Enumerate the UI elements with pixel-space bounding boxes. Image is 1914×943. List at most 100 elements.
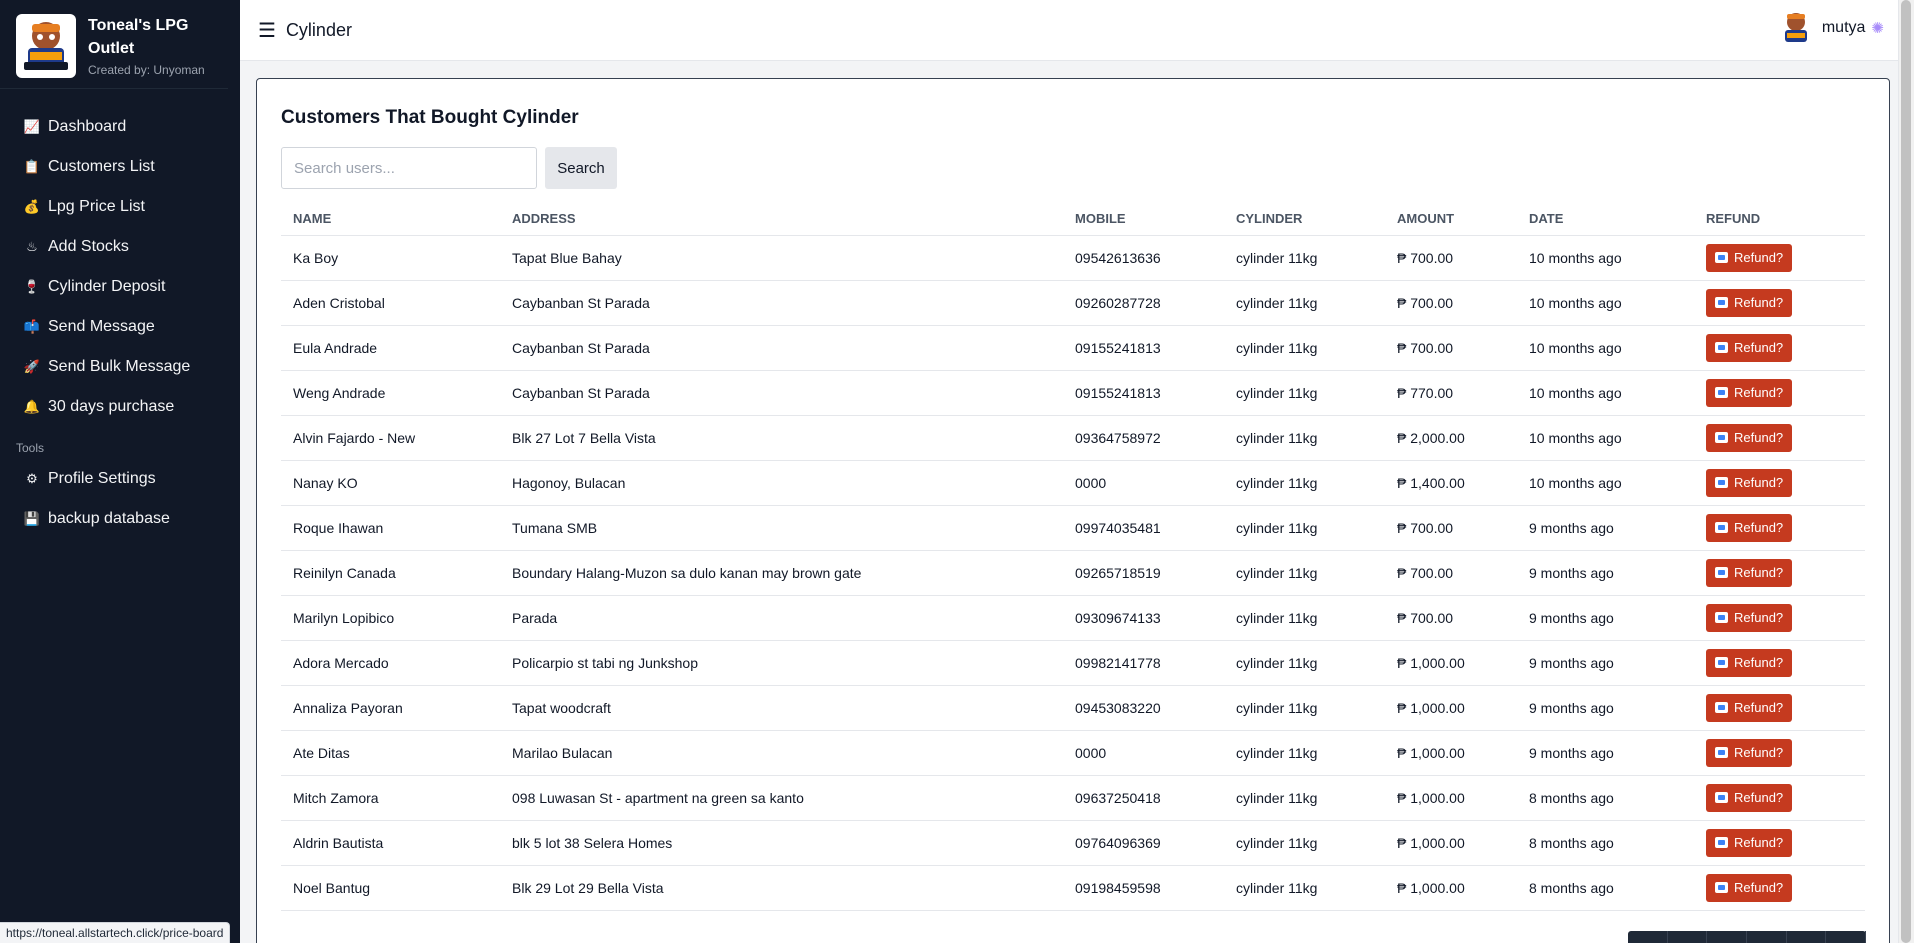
cell-date: 10 months ago (1517, 415, 1694, 461)
pagination-button[interactable] (1668, 931, 1708, 943)
pagination-button[interactable] (1787, 931, 1827, 943)
table-row: Aldrin Bautista blk 5 lot 38 Selera Homes… (281, 820, 1865, 866)
refund-button[interactable]: Refund? (1706, 333, 1793, 362)
column-header-date: DATE (1517, 197, 1694, 236)
refund-button[interactable]: Refund? (1706, 693, 1793, 722)
cell-address: blk 5 lot 38 Selera Homes (500, 820, 1063, 866)
cell-mobile: 09974035481 (1063, 505, 1224, 551)
pagination-button[interactable] (1707, 931, 1748, 943)
cell-mobile: 09155241813 (1063, 370, 1224, 416)
pagination-button[interactable] (1628, 931, 1668, 943)
sidebar-item-profile-settings[interactable]: ⚙ Profile Settings (0, 459, 240, 499)
refund-button[interactable]: Refund? (1706, 513, 1793, 542)
sidebar-item-label: Send Message (48, 318, 155, 335)
sidebar-item-dashboard[interactable]: 📈 Dashboard (0, 107, 240, 147)
vertical-scrollbar[interactable] (1898, 0, 1914, 943)
table-row: Aden Cristobal Caybanban St Parada 0926028… (281, 280, 1865, 326)
floppy-disk-icon: 💾 (23, 511, 41, 526)
table-row: Noel Bantug Blk 29 Lot 29 Bella Vista 0919… (281, 865, 1865, 911)
cell-mobile: 09542613636 (1063, 235, 1224, 281)
search-button[interactable]: Search (545, 147, 617, 189)
pagination-button[interactable] (1747, 931, 1787, 943)
browser-status-url: https://toneal.allstartech.click/price-b… (0, 922, 231, 943)
sidebar-item-cylinder-deposit[interactable]: 🍷 Cylinder Deposit (0, 267, 240, 307)
gear-icon: ⚙ (26, 471, 38, 486)
cell-name: Reinilyn Canada (281, 550, 500, 596)
cell-amount: ₱ 700.00 (1385, 325, 1517, 371)
mailbox-icon: 📫 (23, 319, 41, 334)
refund-button[interactable]: Refund? (1706, 288, 1793, 317)
settings-gear-icon[interactable]: ✺ (1871, 19, 1884, 37)
sidebar-item-label: 30 days purchase (48, 398, 175, 415)
cell-date: 10 months ago (1517, 235, 1694, 281)
sidebar-item-add-stocks[interactable]: ♨ Add Stocks (0, 227, 240, 267)
cell-date: 9 months ago (1517, 550, 1694, 596)
refund-button[interactable]: Refund? (1706, 423, 1793, 452)
cell-amount: ₱ 700.00 (1385, 280, 1517, 326)
cell-address: Hagonoy, Bulacan (500, 460, 1063, 506)
refund-button[interactable]: Refund? (1706, 783, 1793, 812)
sidebar-item-label: Dashboard (48, 118, 127, 135)
table-row: Adora Mercado Policarpio st tabi ng Junks… (281, 640, 1865, 686)
sidebar-item-lpg-price-list[interactable]: 💰 Lpg Price List (0, 187, 240, 227)
sidebar-item-backup-database[interactable]: 💾 backup database (0, 499, 240, 539)
cell-refund: Refund? (1694, 415, 1865, 461)
chart-icon: 📈 (23, 119, 41, 134)
refund-button[interactable]: Refund? (1706, 873, 1793, 902)
cell-amount: ₱ 700.00 (1385, 235, 1517, 281)
cell-mobile: 0000 (1063, 730, 1224, 776)
cell-amount: ₱ 1,000.00 (1385, 865, 1517, 911)
refund-icon (1715, 657, 1728, 668)
sidebar-item-send-message[interactable]: 📫 Send Message (0, 307, 240, 347)
avatar[interactable] (1780, 10, 1812, 46)
refund-label: Refund? (1734, 565, 1784, 580)
cell-cylinder: cylinder 11kg (1224, 820, 1385, 866)
cell-address: Tapat woodcraft (500, 685, 1063, 731)
refund-button[interactable]: Refund? (1706, 558, 1793, 587)
hamburger-menu-icon[interactable]: ☰ (258, 18, 276, 43)
cell-refund: Refund? (1694, 865, 1865, 911)
cell-date: 9 months ago (1517, 730, 1694, 776)
cell-mobile: 0000 (1063, 460, 1224, 506)
cell-name: Ate Ditas (281, 730, 500, 776)
refund-icon (1715, 837, 1728, 848)
sidebar-item-label: Lpg Price List (48, 198, 145, 215)
table-row: Weng Andrade Caybanban St Parada 091552418… (281, 370, 1865, 416)
sidebar-item-30-days-purchase[interactable]: 🔔 30 days purchase (0, 387, 240, 427)
cell-date: 9 months ago (1517, 505, 1694, 551)
cell-mobile: 09982141778 (1063, 640, 1224, 686)
cell-refund: Refund? (1694, 685, 1865, 731)
column-header-cylinder: CYLINDER (1224, 197, 1385, 236)
refund-icon (1715, 432, 1728, 443)
cell-date: 9 months ago (1517, 685, 1694, 731)
cell-name: Alvin Fajardo - New (281, 415, 500, 461)
table-row: Reinilyn Canada Boundary Halang-Muzon sa … (281, 550, 1865, 596)
refund-label: Refund? (1734, 520, 1784, 535)
refund-label: Refund? (1734, 385, 1784, 400)
refund-button[interactable]: Refund? (1706, 828, 1793, 857)
refund-button[interactable]: Refund? (1706, 603, 1793, 632)
search-input[interactable] (281, 147, 537, 189)
user-menu[interactable]: mutya ✺ (1780, 10, 1884, 46)
user-avatar-icon (1784, 13, 1807, 42)
cell-date: 10 months ago (1517, 460, 1694, 506)
cell-cylinder: cylinder 11kg (1224, 865, 1385, 911)
cell-cylinder: cylinder 11kg (1224, 370, 1385, 416)
refund-button[interactable]: Refund? (1706, 468, 1793, 497)
cell-date: 8 months ago (1517, 865, 1694, 911)
brand-logo[interactable] (16, 14, 76, 78)
column-header-refund: REFUND (1694, 197, 1865, 236)
cell-refund: Refund? (1694, 550, 1865, 596)
cell-cylinder: cylinder 11kg (1224, 775, 1385, 821)
sidebar-item-send-bulk-message[interactable]: 🚀 Send Bulk Message (0, 347, 240, 387)
refund-button[interactable]: Refund? (1706, 648, 1793, 677)
hot-springs-icon: ♨ (26, 239, 38, 254)
refund-button[interactable]: Refund? (1706, 243, 1793, 272)
refund-button[interactable]: Refund? (1706, 738, 1793, 767)
scrollbar-thumb[interactable] (1901, 0, 1911, 943)
pagination-button[interactable] (1826, 931, 1867, 943)
refund-button[interactable]: Refund? (1706, 378, 1793, 407)
pagination[interactable] (1628, 931, 1867, 943)
sidebar-item-customers-list[interactable]: 📋 Customers List (0, 147, 240, 187)
cell-date: 8 months ago (1517, 775, 1694, 821)
